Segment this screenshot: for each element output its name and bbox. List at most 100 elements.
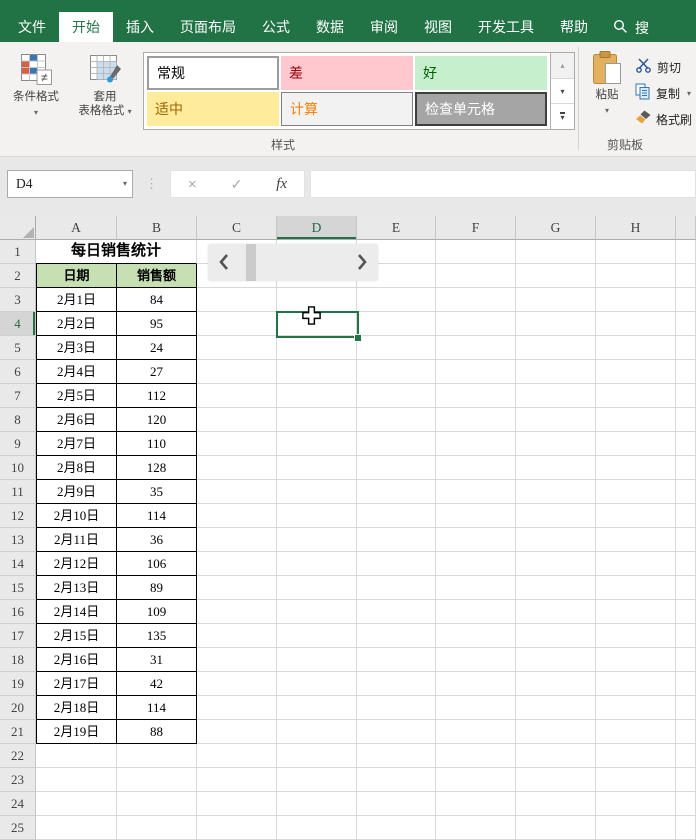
cell-C7[interactable] [197,384,277,408]
cell-C15[interactable] [197,576,277,600]
row-header-15[interactable]: 15 [0,576,36,600]
cell-F10[interactable] [436,456,516,480]
cell-H8[interactable] [596,408,676,432]
cell-E19[interactable] [357,672,436,696]
cell-F18[interactable] [436,648,516,672]
cell-C13[interactable] [197,528,277,552]
scrub-left-icon[interactable] [218,252,230,277]
cell-B5[interactable]: 24 [117,336,197,360]
cell-E10[interactable] [357,456,436,480]
cut-button[interactable]: 剪切 [635,54,692,80]
cell-E14[interactable] [357,552,436,576]
row-header-25[interactable]: 25 [0,816,36,840]
cell-G3[interactable] [516,288,596,312]
cell-A23[interactable] [36,768,117,792]
row-header-17[interactable]: 17 [0,624,36,648]
cell-style-计算[interactable]: 计算 [281,92,413,126]
row-header-11[interactable]: 11 [0,480,36,504]
gallery-scroll-up-button[interactable]: ▴ [551,53,574,79]
cell-I11[interactable] [676,480,696,504]
cell-F21[interactable] [436,720,516,744]
insert-function-icon[interactable]: fx [276,176,287,193]
cell-I1[interactable] [676,240,696,264]
cell-style-差[interactable]: 差 [281,56,413,90]
cell-C21[interactable] [197,720,277,744]
cell-F5[interactable] [436,336,516,360]
row-header-21[interactable]: 21 [0,720,36,744]
cell-I15[interactable] [676,576,696,600]
cell-H14[interactable] [596,552,676,576]
cell-G7[interactable] [516,384,596,408]
cell-G22[interactable] [516,744,596,768]
cell-H10[interactable] [596,456,676,480]
cell-C10[interactable] [197,456,277,480]
tab-开始[interactable]: 开始 [59,12,113,42]
tab-公式[interactable]: 公式 [249,13,303,42]
cell-I16[interactable] [676,600,696,624]
cell-E7[interactable] [357,384,436,408]
cell-I21[interactable] [676,720,696,744]
cell-F1[interactable] [436,240,516,264]
cell-H15[interactable] [596,576,676,600]
cell-A12[interactable]: 2月10日 [36,504,117,528]
cell-G8[interactable] [516,408,596,432]
cell-C23[interactable] [197,768,277,792]
cell-C6[interactable] [197,360,277,384]
cell-I12[interactable] [676,504,696,528]
cell-style-适中[interactable]: 适中 [147,92,279,126]
cell-B6[interactable]: 27 [117,360,197,384]
cell-F12[interactable] [436,504,516,528]
cell-C18[interactable] [197,648,277,672]
select-all-corner[interactable] [0,216,36,240]
cell-D16[interactable] [277,600,357,624]
row-header-19[interactable]: 19 [0,672,36,696]
tab-帮助[interactable]: 帮助 [547,13,601,42]
cell-D11[interactable] [277,480,357,504]
cell-E17[interactable] [357,624,436,648]
cell-C19[interactable] [197,672,277,696]
cell-G2[interactable] [516,264,596,288]
column-header-F[interactable]: F [436,216,516,240]
cell-H16[interactable] [596,600,676,624]
ribbon-search[interactable]: 搜 [613,13,649,42]
cell-I4[interactable] [676,312,696,336]
cell-E9[interactable] [357,432,436,456]
cell-F19[interactable] [436,672,516,696]
cell-F15[interactable] [436,576,516,600]
cell-A22[interactable] [36,744,117,768]
column-header-A[interactable]: A [36,216,117,240]
cell-E20[interactable] [357,696,436,720]
cell-H19[interactable] [596,672,676,696]
cell-A21[interactable]: 2月19日 [36,720,117,744]
cell-H11[interactable] [596,480,676,504]
cell-G21[interactable] [516,720,596,744]
row-header-20[interactable]: 20 [0,696,36,720]
cell-F2[interactable] [436,264,516,288]
cell-F7[interactable] [436,384,516,408]
formula-bar-resize-handle[interactable]: ⋮ [145,170,158,198]
cell-B24[interactable] [117,792,197,816]
cell-A10[interactable]: 2月8日 [36,456,117,480]
cell-A24[interactable] [36,792,117,816]
row-header-8[interactable]: 8 [0,408,36,432]
cell-C25[interactable] [197,816,277,840]
tab-页面布局[interactable]: 页面布局 [167,13,249,42]
cell-D4[interactable] [277,312,357,336]
cell-I19[interactable] [676,672,696,696]
cell-D17[interactable] [277,624,357,648]
cell-G4[interactable] [516,312,596,336]
cell-A19[interactable]: 2月17日 [36,672,117,696]
cell-D12[interactable] [277,504,357,528]
cell-A16[interactable]: 2月14日 [36,600,117,624]
cell-A8[interactable]: 2月6日 [36,408,117,432]
cell-E24[interactable] [357,792,436,816]
gallery-more-button[interactable]: ▾ [551,104,574,130]
cell-B17[interactable]: 135 [117,624,197,648]
cell-H7[interactable] [596,384,676,408]
paste-button[interactable]: 粘贴 ▾ [583,50,631,118]
row-header-7[interactable]: 7 [0,384,36,408]
row-header-14[interactable]: 14 [0,552,36,576]
cell-F3[interactable] [436,288,516,312]
cell-H6[interactable] [596,360,676,384]
column-header-E[interactable]: E [357,216,436,240]
